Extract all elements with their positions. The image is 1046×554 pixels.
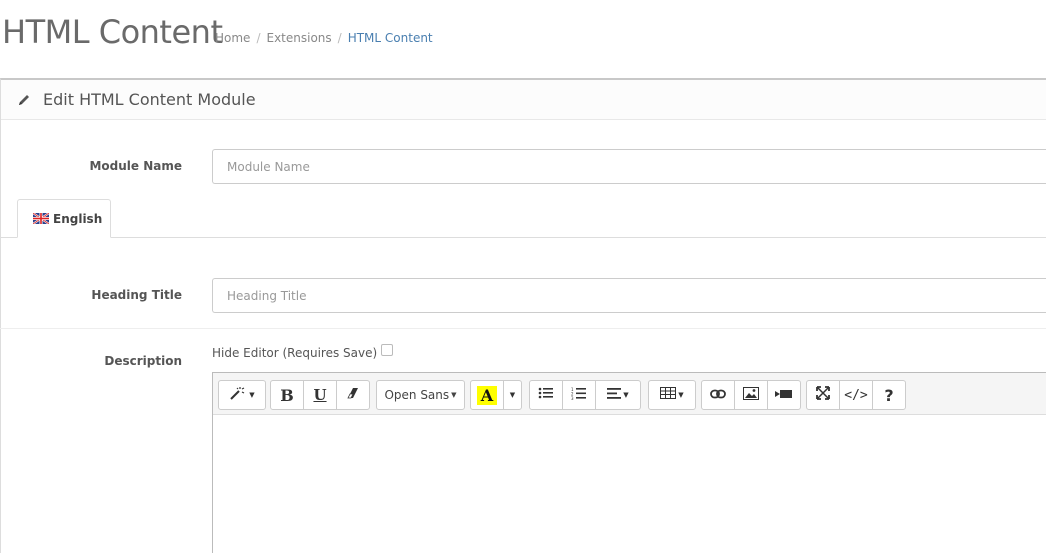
color-button[interactable]: A xyxy=(470,380,504,410)
clear-format-button[interactable] xyxy=(336,380,370,410)
view-group: </> ? xyxy=(806,380,906,410)
fullscreen-icon xyxy=(816,386,830,404)
code-view-label: </> xyxy=(844,387,868,403)
breadcrumb-home[interactable]: Home xyxy=(215,31,250,45)
heading-title-placeholder: Heading Title xyxy=(227,288,307,303)
module-name-placeholder: Module Name xyxy=(227,159,310,174)
color-group: A ▼ xyxy=(470,380,522,410)
link-icon xyxy=(710,388,726,403)
ordered-list-icon: 1 2 3 xyxy=(571,387,587,404)
uk-flag-icon xyxy=(32,212,50,225)
font-name-group: Open Sans ▼ xyxy=(376,380,465,410)
style-group: ▼ xyxy=(218,380,266,410)
hide-editor-toggle: Hide Editor (Requires Save) xyxy=(212,344,394,360)
font-name-label: Open Sans xyxy=(384,388,450,402)
description-label: Description xyxy=(104,354,182,368)
code-view-button[interactable]: </> xyxy=(839,380,873,410)
editor-content-area[interactable] xyxy=(213,415,1046,554)
ordered-list-button[interactable]: 1 2 3 xyxy=(562,380,596,410)
divider xyxy=(0,328,1046,329)
pencil-icon xyxy=(17,93,31,107)
table-button[interactable]: ▼ xyxy=(648,380,696,410)
chevron-down-icon: ▼ xyxy=(678,391,684,399)
heading-title-input[interactable]: Heading Title xyxy=(212,278,1046,313)
module-name-label: Module Name xyxy=(89,159,182,173)
fullscreen-button[interactable] xyxy=(806,380,840,410)
help-button[interactable]: ? xyxy=(872,380,906,410)
tab-english-label: English xyxy=(53,211,103,226)
editor-toolbar: ▼ B U Open Sans ▼ A ▼ 1 2 3 ▼ ▼ </> ? xyxy=(213,373,1046,415)
paragraph-group: 1 2 3 ▼ xyxy=(529,380,641,410)
table-icon xyxy=(660,387,677,403)
panel-heading: Edit HTML Content Module xyxy=(1,80,1046,120)
color-dropdown-button[interactable]: ▼ xyxy=(503,380,522,410)
video-button[interactable] xyxy=(767,380,801,410)
table-group: ▼ xyxy=(648,380,696,410)
tab-english[interactable]: English xyxy=(17,199,111,238)
module-name-input[interactable]: Module Name xyxy=(212,149,1046,184)
unordered-list-button[interactable] xyxy=(529,380,563,410)
help-label: ? xyxy=(884,385,894,405)
language-tabs: English xyxy=(0,199,1046,238)
image-button[interactable] xyxy=(734,380,768,410)
hide-editor-checkbox[interactable] xyxy=(381,344,394,356)
chevron-down-icon: ▼ xyxy=(249,391,255,399)
insert-group xyxy=(701,380,801,410)
breadcrumb-html-content[interactable]: HTML Content xyxy=(348,31,433,45)
link-button[interactable] xyxy=(701,380,735,410)
underline-label: U xyxy=(313,386,327,404)
font-name-dropdown[interactable]: Open Sans ▼ xyxy=(376,380,465,410)
breadcrumb-separator: / xyxy=(256,31,261,45)
image-icon xyxy=(743,386,759,404)
hide-editor-label: Hide Editor (Requires Save) xyxy=(212,346,378,360)
bold-label: B xyxy=(280,385,294,405)
panel-title: Edit HTML Content Module xyxy=(43,90,256,109)
unordered-list-icon xyxy=(538,387,554,403)
paragraph-button[interactable]: ▼ xyxy=(595,380,641,410)
magic-wand-icon xyxy=(229,386,247,404)
underline-button[interactable]: U xyxy=(303,380,337,410)
color-label: A xyxy=(476,385,498,405)
breadcrumb: Home / Extensions / HTML Content xyxy=(215,31,433,45)
video-icon xyxy=(775,388,793,403)
rich-text-editor: ▼ B U Open Sans ▼ A ▼ 1 2 3 ▼ ▼ </> ? xyxy=(212,372,1046,554)
chevron-down-icon: ▼ xyxy=(509,391,516,399)
align-left-icon xyxy=(607,387,622,403)
svg-text:3: 3 xyxy=(571,396,574,400)
chevron-down-icon: ▼ xyxy=(451,391,457,399)
breadcrumb-separator: / xyxy=(337,31,342,45)
page-title: HTML Content xyxy=(2,13,223,51)
font-style-group: B U xyxy=(270,380,370,410)
breadcrumb-extensions[interactable]: Extensions xyxy=(266,31,331,45)
heading-title-label: Heading Title xyxy=(91,288,182,302)
bold-button[interactable]: B xyxy=(270,380,304,410)
style-button[interactable]: ▼ xyxy=(218,380,266,410)
chevron-down-icon: ▼ xyxy=(623,391,629,399)
eraser-icon xyxy=(347,387,359,403)
page-header: HTML Content Home / Extensions / HTML Co… xyxy=(0,0,1046,70)
